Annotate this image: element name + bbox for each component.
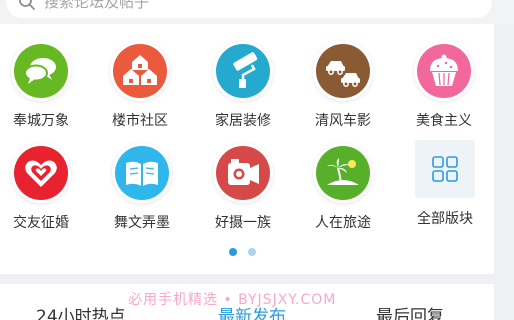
forum-tile-qingfeng[interactable]: 清风车影 (295, 44, 391, 144)
forum-label: 全部版块 (417, 211, 473, 227)
tab-24h-hot[interactable]: 24小时热点 (36, 302, 126, 320)
search-area (0, 0, 514, 24)
forum-tile-jiaju[interactable]: 家居装修 (195, 44, 291, 144)
forum-tile-all[interactable]: 全部版块 (397, 140, 493, 242)
camcorder-icon (216, 146, 270, 200)
chat-bubbles-icon (14, 44, 68, 98)
tab-last-reply[interactable]: 最后回复 (376, 302, 444, 320)
forum-grid: 奉城万象 楼市社区 家居装修 清风车影 美食主义 交友征婚 舞文弄墨 好摄一族 … (0, 24, 494, 274)
forum-label: 好摄一族 (215, 215, 271, 231)
grid-icon (415, 140, 475, 198)
forum-tile-fengcheng[interactable]: 奉城万象 (0, 44, 89, 144)
forum-label: 楼市社区 (112, 113, 168, 129)
houses-icon (113, 44, 167, 98)
page-dot[interactable] (248, 248, 256, 256)
forum-tile-meishi[interactable]: 美食主义 (396, 44, 492, 144)
forum-label: 奉城万象 (13, 113, 69, 129)
island-icon (316, 146, 370, 200)
forum-tile-haoshe[interactable]: 好摄一族 (195, 146, 291, 246)
search-bar[interactable] (6, 0, 492, 18)
cars-icon (316, 44, 370, 98)
search-input[interactable] (44, 0, 424, 11)
forum-tile-loushi[interactable]: 楼市社区 (92, 44, 188, 144)
forum-tile-wuwen[interactable]: 舞文弄墨 (94, 146, 190, 246)
forum-label: 交友征婚 (13, 215, 69, 231)
page-indicator (229, 248, 256, 256)
paint-roller-icon (216, 44, 270, 98)
search-icon (19, 0, 35, 10)
forum-label: 舞文弄墨 (114, 215, 170, 231)
forum-label: 清风车影 (315, 113, 371, 129)
book-icon (115, 146, 169, 200)
hearts-icon (14, 146, 68, 200)
forum-label: 人在旅途 (315, 215, 371, 231)
forum-tile-jiaoyou[interactable]: 交友征婚 (0, 146, 89, 246)
page-dot-active[interactable] (229, 248, 237, 256)
forum-label: 家居装修 (215, 113, 271, 129)
cupcake-icon (417, 44, 471, 98)
forum-label: 美食主义 (416, 113, 472, 129)
watermark: 必用手机精选 • BYJSJXY.COM (128, 292, 337, 308)
forum-tile-lvtu[interactable]: 人在旅途 (295, 146, 391, 246)
